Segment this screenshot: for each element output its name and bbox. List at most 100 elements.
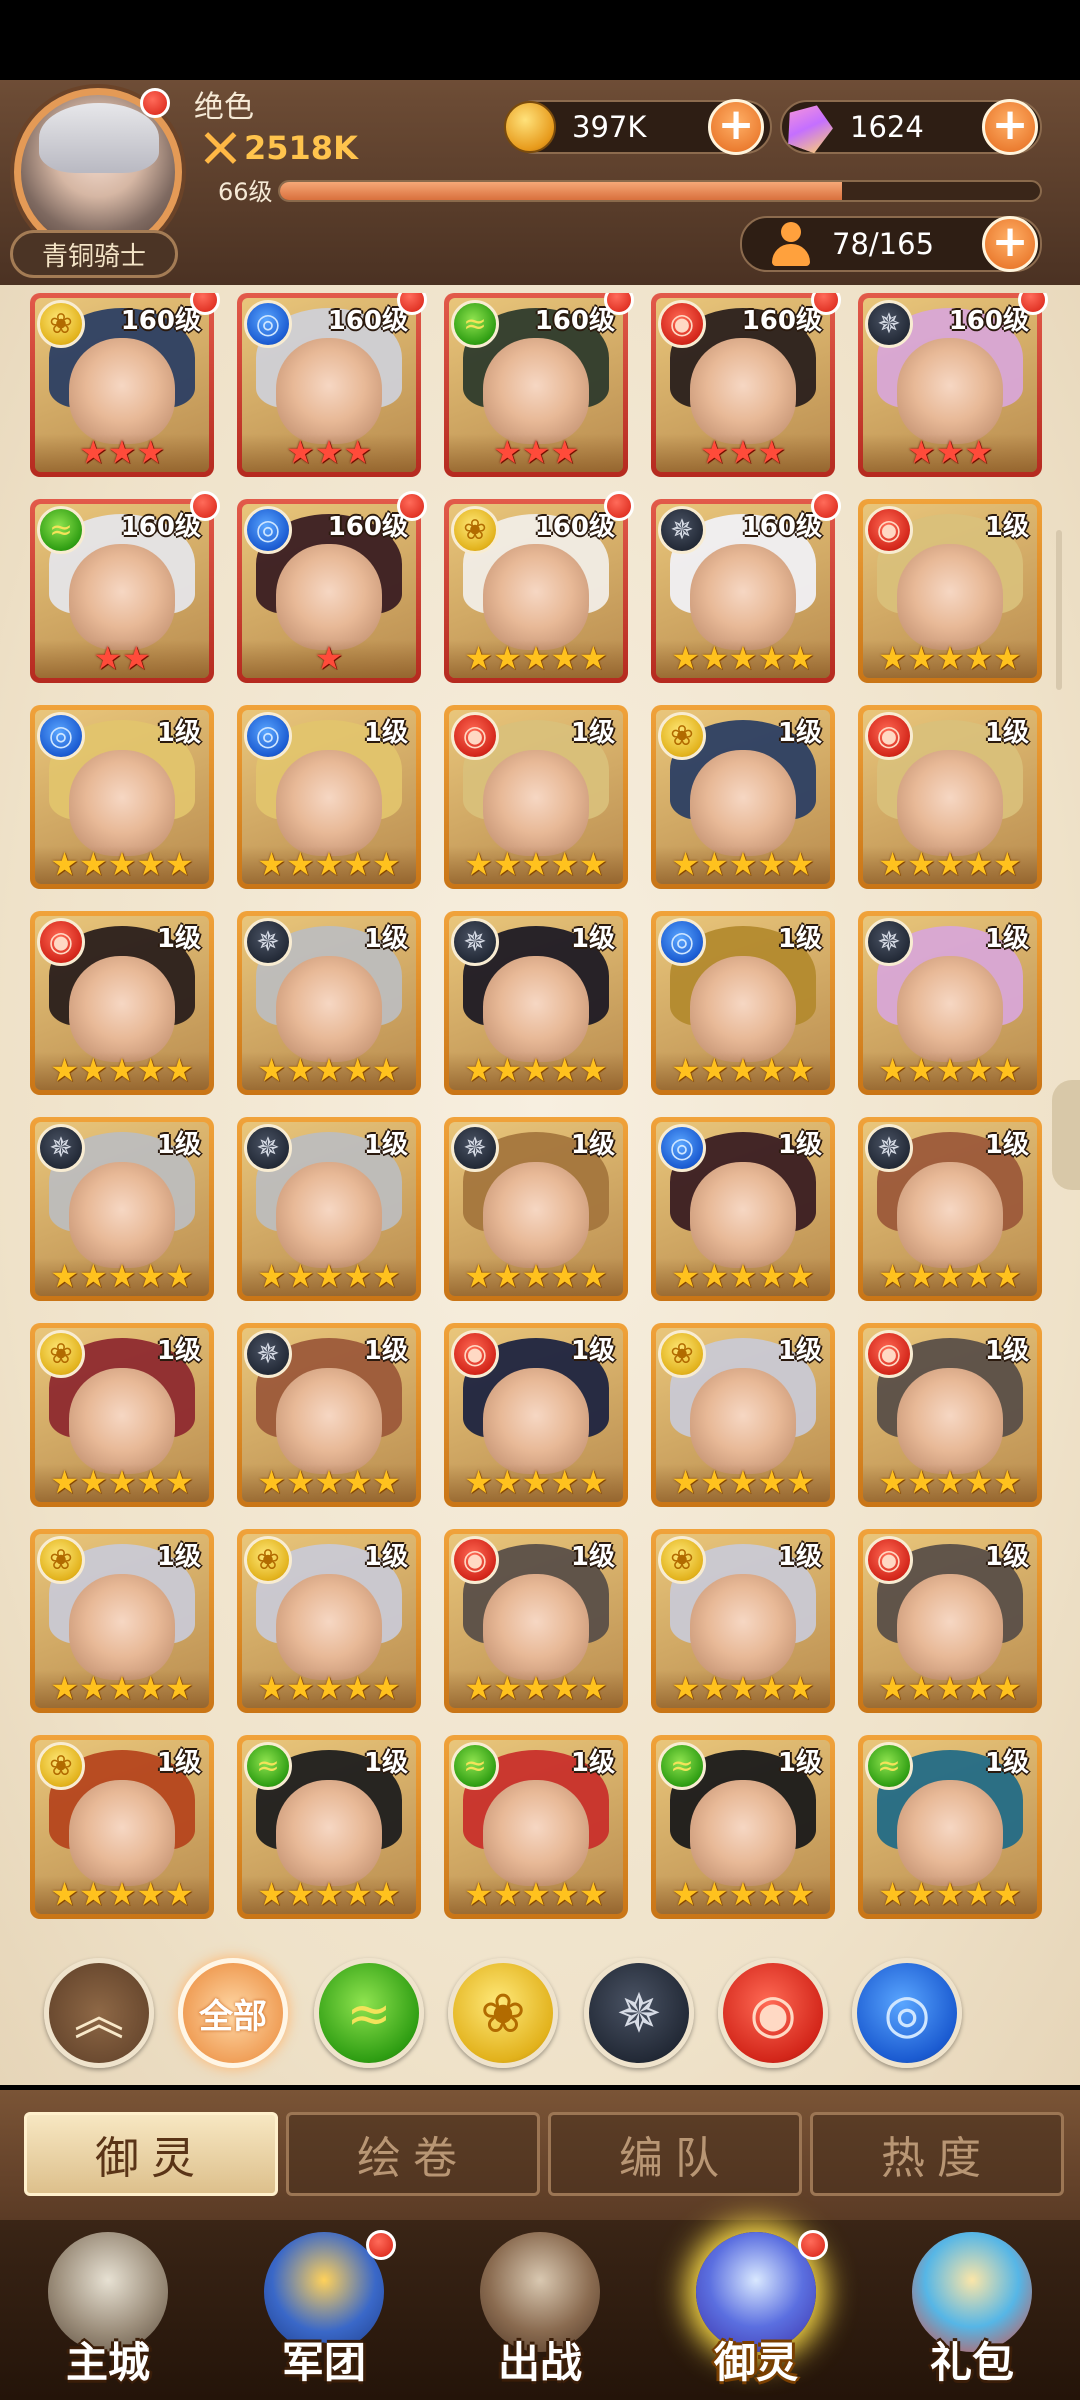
scrollbar[interactable] <box>1056 530 1062 690</box>
hero-card[interactable]: ◉ 1级 ★ ★ ★ ★ ★ <box>444 705 628 889</box>
hero-card[interactable]: ✵ 160级 ★ ★ ★ <box>858 293 1048 477</box>
hero-card[interactable]: ◎ 160级 ★ <box>237 491 427 683</box>
star-icon: ★ <box>579 1463 608 1501</box>
hero-card[interactable]: ✵ 1级 ★ ★ ★ ★ ★ <box>237 1117 421 1301</box>
hero-grid: ❀ 160级 ★ ★ ★ ◎ 160级 ★ ★ ★ ≈160级 ★ ★ ★ ◉ 160级 ★ ★ ★ ✵ 160级 ★ ★ ★… <box>30 293 1052 1933</box>
hero-card[interactable]: ◉ 1级 ★ ★ ★ ★ ★ <box>858 1323 1042 1507</box>
hero-card[interactable]: ◉ 1级 ★ ★ ★ ★ ★ <box>444 1323 628 1507</box>
hero-card[interactable]: ≈160级 ★ ★ ★ <box>444 293 634 477</box>
hero-card[interactable]: ◎ 1级 ★ ★ ★ ★ ★ <box>30 705 214 889</box>
hero-card[interactable]: ◉ 1级 ★ ★ ★ ★ ★ <box>858 499 1042 683</box>
hero-portrait: ≈1级 ★ ★ ★ ★ ★ <box>656 1740 830 1914</box>
star-icon: ★ <box>78 433 108 471</box>
hero-card[interactable]: ✵ 160级 ★ ★ ★ ★ ★ <box>651 491 841 683</box>
hero-face <box>690 338 796 444</box>
hero-card[interactable]: ❀ 1级 ★ ★ ★ ★ ★ <box>30 1323 214 1507</box>
hero-card[interactable]: ◉ 160级 ★ ★ ★ <box>651 293 841 477</box>
add-gems-button[interactable]: + <box>982 99 1038 155</box>
star-icon: ★ <box>550 433 580 471</box>
star-icon: ★ <box>550 1669 580 1707</box>
tab-2[interactable]: 编队 <box>548 2112 802 2196</box>
star-icon: ★ <box>671 639 700 677</box>
hero-card[interactable]: ✵ 1级 ★ ★ ★ ★ ★ <box>30 1117 214 1301</box>
filter-dark-button[interactable]: ✵ <box>584 1958 694 2068</box>
add-gold-button[interactable]: + <box>708 99 764 155</box>
nav-3[interactable]: 御灵 <box>648 2220 864 2400</box>
hero-face <box>69 1162 175 1268</box>
hero-card[interactable]: ◉ 1级 ★ ★ ★ ★ ★ <box>858 1529 1042 1713</box>
hero-card[interactable]: ◎ 1级 ★ ★ ★ ★ ★ <box>651 911 835 1095</box>
side-drawer-handle[interactable] <box>1052 1080 1080 1190</box>
hero-card[interactable]: ≈160级 ★ ★ <box>30 491 220 683</box>
hero-card[interactable]: ≈1级 ★ ★ ★ ★ ★ <box>444 1735 628 1919</box>
nav-1[interactable]: 军团 <box>216 2220 432 2400</box>
hero-face <box>690 1574 796 1680</box>
hero-card[interactable]: ❀ 1级 ★ ★ ★ ★ ★ <box>651 705 835 889</box>
hero-card[interactable]: ✵ 1级 ★ ★ ★ ★ ★ <box>237 1323 421 1507</box>
hero-card[interactable]: ✵ 1级 ★ ★ ★ ★ ★ <box>858 1117 1042 1301</box>
star-icon: ★ <box>728 845 758 883</box>
star-icon: ★ <box>492 1875 522 1913</box>
hero-card[interactable]: ✵ 1级 ★ ★ ★ ★ ★ <box>237 911 421 1095</box>
person-icon <box>772 222 810 266</box>
hero-card[interactable]: ✵ 1级 ★ ★ ★ ★ ★ <box>858 911 1042 1095</box>
hero-face <box>276 956 382 1062</box>
dark-faction-icon: ✵ <box>451 1124 499 1172</box>
hero-stars: ★ ★ ★ ★ ★ <box>242 848 416 880</box>
hero-card[interactable]: ❀ 160级 ★ ★ ★ ★ ★ <box>444 491 634 683</box>
hero-card[interactable]: ≈1级 ★ ★ ★ ★ ★ <box>858 1735 1042 1919</box>
filter-green-button[interactable]: ≈ <box>314 1958 424 2068</box>
hero-card[interactable]: ❀ 1级 ★ ★ ★ ★ ★ <box>237 1529 421 1713</box>
red-faction-icon: ◉ <box>37 918 85 966</box>
dark-faction-icon: ✵ <box>865 300 913 348</box>
tab-1[interactable]: 绘卷 <box>286 2112 540 2196</box>
star-icon: ★ <box>906 1051 936 1089</box>
hero-level: 160级 <box>534 306 615 336</box>
hero-notification-dot <box>190 491 220 521</box>
star-icon: ★ <box>699 1875 729 1913</box>
filter-blue-button[interactable]: ◎ <box>852 1958 962 2068</box>
star-icon: ★ <box>136 845 166 883</box>
hero-card[interactable]: ❀ 1级 ★ ★ ★ ★ ★ <box>30 1735 214 1919</box>
hero-card[interactable]: ◉ 1级 ★ ★ ★ ★ ★ <box>858 705 1042 889</box>
filter-gold-button[interactable]: ❀ <box>448 1958 558 2068</box>
star-icon: ★ <box>878 1257 907 1295</box>
star-icon: ★ <box>521 1463 551 1501</box>
nav-4[interactable]: 礼包 <box>864 2220 1080 2400</box>
nav-2[interactable]: 出战 <box>432 2220 648 2400</box>
hero-card[interactable]: ◉ 1级 ★ ★ ★ ★ ★ <box>30 911 214 1095</box>
hero-card[interactable]: ◎ 1级 ★ ★ ★ ★ ★ <box>651 1117 835 1301</box>
hero-card[interactable]: ✵ 1级 ★ ★ ★ ★ ★ <box>444 1117 628 1301</box>
hero-card[interactable]: ❀ 1级 ★ ★ ★ ★ ★ <box>651 1529 835 1713</box>
filter-all-button[interactable]: 全部 <box>178 1958 288 2068</box>
nav-0[interactable]: 主城 <box>0 2220 216 2400</box>
hero-card[interactable]: ❀ 1级 ★ ★ ★ ★ ★ <box>30 1529 214 1713</box>
hero-card[interactable]: ◎ 1级 ★ ★ ★ ★ ★ <box>237 705 421 889</box>
tab-3[interactable]: 热度 <box>810 2112 1064 2196</box>
hero-stars: ★ ★ ★ ★ ★ <box>449 1878 623 1910</box>
hero-card[interactable]: ◎ 160级 ★ ★ ★ <box>237 293 427 477</box>
filter-collapse-button[interactable]: ︽ <box>44 1958 154 2068</box>
hero-card[interactable]: ≈1级 ★ ★ ★ ★ ★ <box>651 1735 835 1919</box>
star-icon: ★ <box>107 1463 137 1501</box>
hero-portrait: ≈1级 ★ ★ ★ ★ ★ <box>449 1740 623 1914</box>
hero-stars: ★ ★ ★ ★ ★ <box>35 1260 209 1292</box>
hero-card[interactable]: ❀ 1级 ★ ★ ★ ★ ★ <box>651 1323 835 1507</box>
hero-portrait: ≈1级 ★ ★ ★ ★ ★ <box>863 1740 1037 1914</box>
hero-level: 1级 <box>570 1542 615 1572</box>
add-roster-button[interactable]: + <box>982 216 1038 272</box>
collapse-up-icon: ︽ <box>74 1988 124 2046</box>
hero-card[interactable]: ✵ 1级 ★ ★ ★ ★ ★ <box>444 911 628 1095</box>
hero-level: 1级 <box>984 924 1029 954</box>
crossed-swords-icon <box>200 128 240 168</box>
star-icon: ★ <box>757 639 787 677</box>
hero-card[interactable]: ❀ 160级 ★ ★ ★ <box>30 293 220 477</box>
star-icon: ★ <box>285 1051 315 1089</box>
tab-0[interactable]: 御灵 <box>24 2112 278 2196</box>
hero-stars: ★ ★ ★ ★ ★ <box>242 1054 416 1086</box>
hero-card[interactable]: ≈1级 ★ ★ ★ ★ ★ <box>237 1735 421 1919</box>
star-icon: ★ <box>671 1875 700 1913</box>
filter-red-button[interactable]: ◉ <box>718 1958 828 2068</box>
hero-card[interactable]: ◉ 1级 ★ ★ ★ ★ ★ <box>444 1529 628 1713</box>
sub-tab-bar: 御灵 绘卷 编队 热度 <box>0 2090 1080 2220</box>
